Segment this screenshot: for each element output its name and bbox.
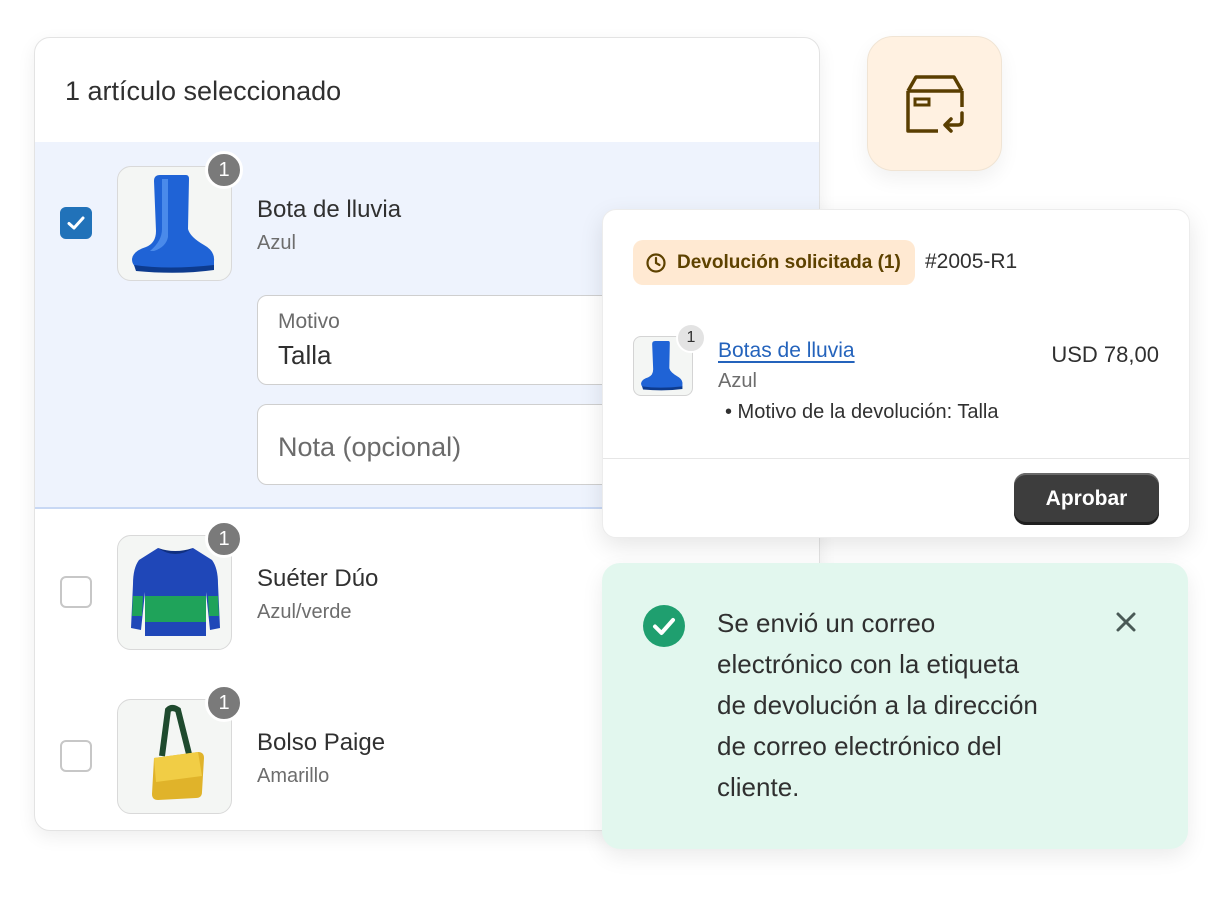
checkmark-icon [67,216,85,230]
approve-button[interactable]: Aprobar [1014,473,1159,525]
status-badge: Devolución solicitada (1) [633,240,915,285]
return-box-icon [906,75,964,133]
product-variant: Azul [718,370,757,392]
reason-label: Motivo [278,310,340,333]
quantity-badge: 1 [205,684,243,722]
item-name: Bota de lluvia [257,196,402,223]
success-toast: Se envió un correo electrónico con la et… [602,563,1188,849]
product-thumbnail-sweater: 1 [117,520,243,650]
return-request-card: Devolución solicitada (1) #2005-R1 1 Bot… [602,209,1190,538]
reason-value: Talla [278,340,332,370]
return-reason: • Motivo de la devolución: Talla [725,401,999,423]
return-box-tile [867,36,1002,171]
status-label: Devolución solicitada (1) [677,251,901,273]
selection-title: 1 artículo seleccionado [65,76,342,106]
product-thumbnail-bag: 1 [117,684,243,814]
item-checkbox-rain-boot[interactable] [60,207,92,239]
quantity-badge: 1 [205,151,243,189]
close-icon[interactable] [1114,610,1138,634]
item-variant: Azul [257,232,296,254]
item-name: Bolso Paige [257,729,386,756]
product-thumbnail-rain-boot: 1 [117,151,243,281]
quantity-badge: 1 [676,323,706,353]
product-price: USD 78,00 [1051,342,1159,367]
quantity-badge: 1 [205,520,243,558]
item-name: Suéter Dúo [257,565,379,592]
clock-icon [646,252,666,273]
order-id: #2005-R1 [925,250,1018,273]
return-product-thumbnail: 1 [633,323,706,396]
item-variant: Amarillo [257,765,330,787]
item-variant: Azul/verde [257,601,352,623]
item-checkbox-sweater[interactable] [60,576,92,608]
toast-message: Se envió un correo electrónico con la et… [717,608,1038,802]
success-check-icon [643,605,685,647]
note-placeholder: Nota (opcional) [278,432,462,462]
product-link[interactable]: Botas de lluvia [718,339,855,363]
item-checkbox-bag[interactable] [60,740,92,772]
divider [603,458,1189,459]
